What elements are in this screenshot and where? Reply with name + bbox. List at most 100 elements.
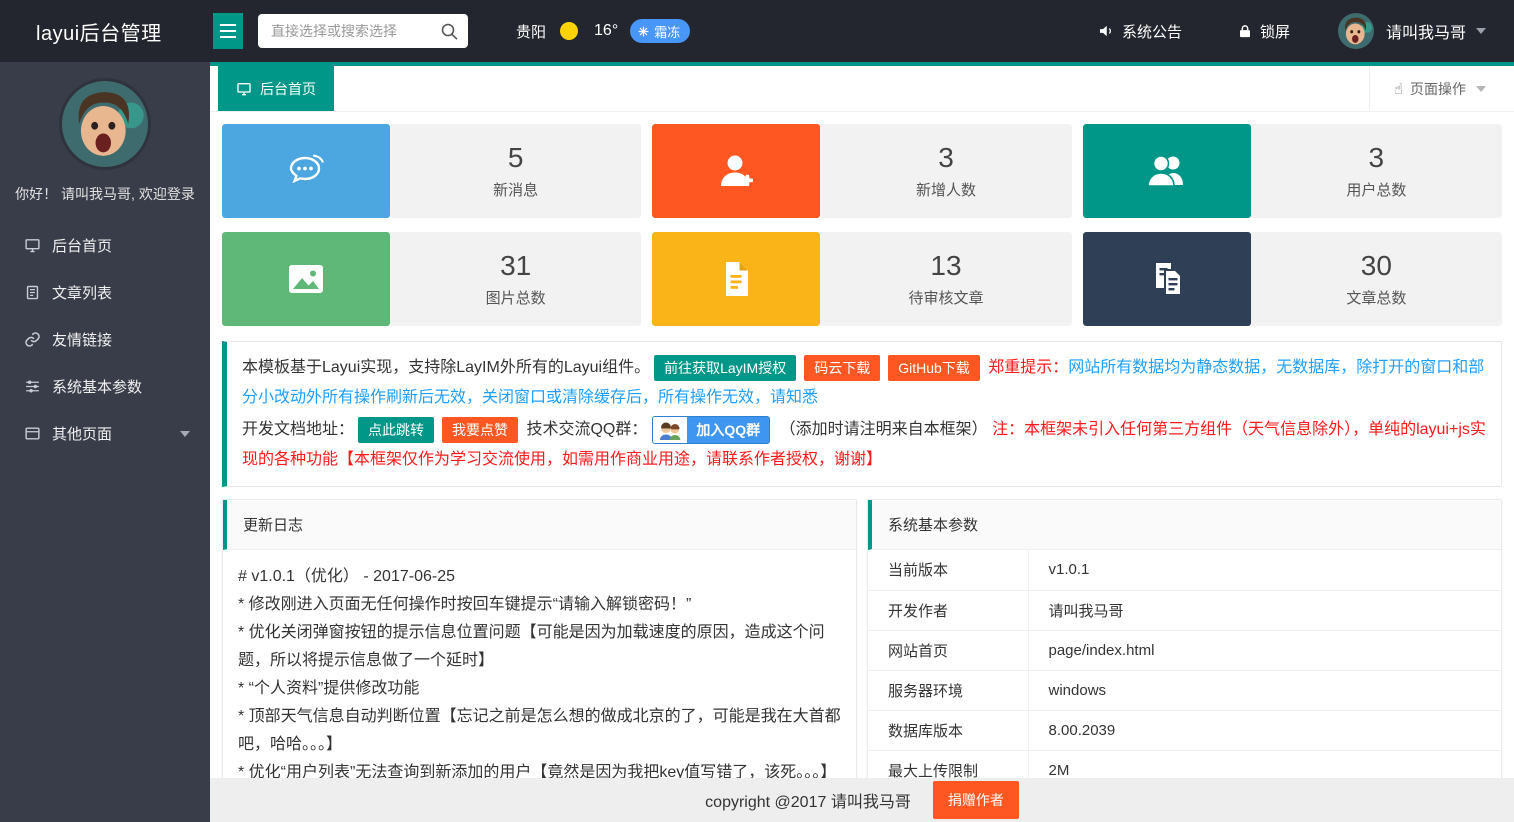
main-area: 后台首页 ☝ 页面操作 5 新消息 [210, 62, 1514, 822]
stat-label: 新增人数 [916, 179, 976, 200]
user-menu[interactable]: 请叫我马哥 [1338, 13, 1486, 49]
article-icon [24, 284, 41, 301]
weather-alert-text: 霜冻 [654, 22, 680, 41]
donate-button[interactable]: 捐赠作者 [933, 781, 1019, 819]
gitee-download-button[interactable]: 码云下载 [804, 355, 880, 381]
notice-panel: 本模板基于Layui实现，支持除LayIM外所有的Layui组件。前往获取Lay… [222, 341, 1502, 487]
top-header: layui后台管理 贵阳 16° 霜冻 系统公告 锁屏 [0, 0, 1514, 62]
stat-label: 文章总数 [1346, 287, 1406, 308]
param-value: 请叫我马哥 [1028, 590, 1501, 630]
docs-jump-button[interactable]: 点此跳转 [358, 417, 434, 443]
changelog-title: 更新日志 [223, 500, 856, 550]
speaker-icon [1097, 22, 1115, 40]
sidebar-item-articles[interactable]: 文章列表 [0, 269, 210, 316]
users-icon [1083, 124, 1251, 218]
changelog-line: * 顶部天气信息自动判断位置【忘记之前是怎么想的做成北京的了，可能是我在大首都吧… [238, 703, 841, 759]
user-avatar-large [59, 78, 151, 170]
system-params-title: 系统基本参数 [868, 500, 1501, 550]
user-add-icon [652, 124, 820, 218]
link-icon [24, 331, 41, 348]
page-content: 5 新消息 3 新增人数 3 用户总数 [210, 112, 1514, 778]
join-qq-group-button[interactable]: 加入QQ群 [652, 416, 770, 444]
chevron-down-icon [1476, 86, 1486, 92]
tab-home[interactable]: 后台首页 [218, 66, 334, 111]
sidebar-menu: 后台首页 文章列表 友情链接 系统基本参数 其他页面 [0, 222, 210, 457]
sun-icon [560, 22, 578, 40]
header-right-nav: 系统公告 锁屏 请叫我马哥 [1042, 13, 1514, 49]
system-params-panel: 系统基本参数 当前版本v1.0.1 开发作者请叫我马哥 网站首页page/ind… [867, 499, 1502, 778]
stat-value: 30 [1361, 250, 1392, 282]
changelog-body: # v1.0.1（优化） - 2017-06-25 * 修改刚进入页面无任何操作… [223, 550, 856, 778]
param-label: 最大上传限制 [868, 750, 1028, 778]
lock-screen-label: 锁屏 [1260, 21, 1290, 42]
hamburger-menu-button[interactable] [213, 13, 243, 49]
sidebar-item-label: 后台首页 [52, 235, 112, 256]
sidebar-item-other-pages[interactable]: 其他页面 [0, 410, 210, 457]
param-value: windows [1028, 670, 1501, 710]
qq-note: （添加时请注明来自本框架） [780, 421, 988, 438]
param-label: 网站首页 [868, 630, 1028, 670]
system-announcement-link[interactable]: 系统公告 [1097, 21, 1182, 42]
sidebar-item-label: 友情链接 [52, 329, 112, 350]
document-icon [652, 232, 820, 326]
system-announcement-label: 系统公告 [1122, 21, 1182, 42]
table-row: 网站首页page/index.html [868, 630, 1501, 670]
stat-card-total-users: 3 用户总数 [1083, 124, 1502, 218]
monitor-icon [236, 81, 252, 97]
table-row: 数据库版本8.00.2039 [868, 710, 1501, 750]
search-icon[interactable] [439, 21, 459, 41]
layim-auth-button[interactable]: 前往获取LayIM授权 [654, 355, 796, 381]
warning-prefix: 郑重提示： [988, 359, 1068, 376]
stat-label: 新消息 [493, 179, 538, 200]
sidebar-item-label: 文章列表 [52, 282, 112, 303]
panels-row: 更新日志 # v1.0.1（优化） - 2017-06-25 * 修改刚进入页面… [222, 499, 1502, 778]
stat-card-new-users: 3 新增人数 [652, 124, 1071, 218]
page-actions-dropdown[interactable]: ☝ 页面操作 [1369, 66, 1514, 111]
app-logo: layui后台管理 [0, 17, 210, 46]
table-row: 当前版本v1.0.1 [868, 550, 1501, 590]
search-input[interactable] [258, 14, 468, 48]
stat-card-total-images: 31 图片总数 [222, 232, 641, 326]
param-value: 8.00.2039 [1028, 710, 1501, 750]
documents-icon [1083, 232, 1251, 326]
stat-label: 用户总数 [1346, 179, 1406, 200]
param-label: 当前版本 [868, 550, 1028, 590]
sidebar-item-system-params[interactable]: 系统基本参数 [0, 363, 210, 410]
system-params-table: 当前版本v1.0.1 开发作者请叫我马哥 网站首页page/index.html… [868, 550, 1501, 778]
table-row: 服务器环境windows [868, 670, 1501, 710]
github-download-button[interactable]: GitHub下载 [888, 355, 980, 381]
stat-value: 3 [938, 142, 954, 174]
table-row: 开发作者请叫我马哥 [868, 590, 1501, 630]
username-label: 请叫我马哥 [1386, 19, 1466, 43]
lock-screen-link[interactable]: 锁屏 [1237, 21, 1290, 42]
stat-label: 待审核文章 [908, 287, 983, 308]
param-label: 数据库版本 [868, 710, 1028, 750]
hand-pointer-icon: ☝ [1394, 80, 1403, 98]
welcome-text: 你好！ 请叫我马哥, 欢迎登录 [0, 184, 210, 204]
qq-button-label: 加入QQ群 [687, 417, 769, 443]
sliders-icon [24, 378, 41, 395]
stat-value: 13 [930, 250, 961, 282]
stat-info: 13 待审核文章 [820, 232, 1071, 326]
stat-card-total-articles: 30 文章总数 [1083, 232, 1502, 326]
sidebar-item-label: 系统基本参数 [52, 376, 142, 397]
param-label: 开发作者 [868, 590, 1028, 630]
image-icon [222, 232, 390, 326]
changelog-panel: 更新日志 # v1.0.1（优化） - 2017-06-25 * 修改刚进入页面… [222, 499, 857, 778]
lock-icon [1237, 23, 1253, 40]
user-avatar-small [1338, 13, 1374, 49]
qq-group-label: 技术交流QQ群： [526, 421, 647, 438]
sidebar: 你好！ 请叫我马哥, 欢迎登录 后台首页 文章列表 友情链接 系统基本参数 [0, 62, 210, 822]
chat-bubble-icon [222, 124, 390, 218]
stat-label: 图片总数 [486, 287, 546, 308]
footer: copyright @2017 请叫我马哥 捐赠作者 [210, 778, 1514, 822]
changelog-line: * 优化“用户列表”无法查询到新添加的用户【竟然是因为我把key值写错了，该死。… [238, 759, 841, 778]
sidebar-item-links[interactable]: 友情链接 [0, 316, 210, 363]
like-button[interactable]: 我要点赞 [442, 417, 518, 443]
sidebar-item-home[interactable]: 后台首页 [0, 222, 210, 269]
changelog-line: * “个人资料”提供修改功能 [238, 675, 841, 703]
stats-grid: 5 新消息 3 新增人数 3 用户总数 [222, 124, 1502, 326]
tab-home-label: 后台首页 [260, 79, 316, 99]
chevron-down-icon [180, 431, 190, 437]
page-actions-label: 页面操作 [1410, 79, 1466, 99]
